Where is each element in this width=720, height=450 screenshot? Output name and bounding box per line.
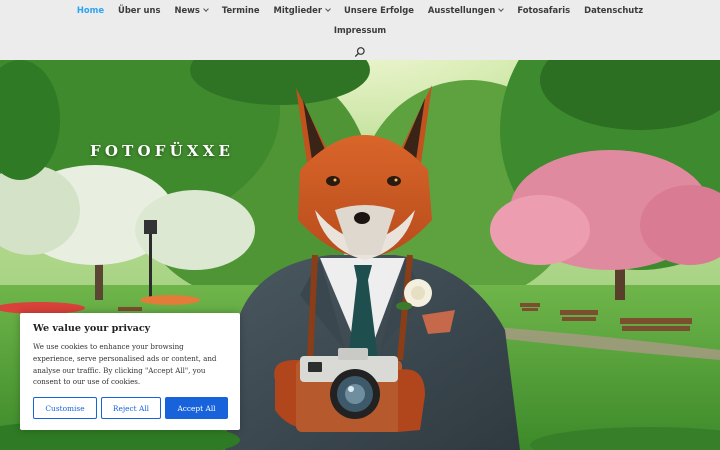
nav-item-label: Mitglieder (273, 5, 322, 15)
nav-item-unsere-erfolge[interactable]: Unsere Erfolge (344, 5, 414, 15)
chevron-down-icon (498, 5, 505, 12)
chevron-down-icon (203, 5, 209, 12)
nav-item-label: Impressum (333, 25, 387, 35)
main-nav-row-2: Impressum (0, 20, 720, 40)
nav-item-ueber-uns[interactable]: Über uns (118, 5, 160, 15)
nav-item-label: Fotosafaris (517, 5, 571, 15)
cookie-dialog-title: We value your privacy (33, 323, 151, 334)
nav-item-impressum[interactable]: Impressum (334, 25, 386, 35)
site-logo-text[interactable]: FOTOFÜXXE (90, 142, 234, 160)
nav-item-label: Datenschutz (584, 5, 644, 15)
nav-item-ausstellungen[interactable]: Ausstellungen (427, 5, 505, 15)
nav-item-label: Unsere Erfolge (343, 5, 414, 15)
nav-item-home[interactable]: Home (77, 5, 104, 15)
cookie-button-group: Customise Reject All Accept All (33, 397, 228, 419)
reject-all-button[interactable]: Reject All (101, 397, 161, 419)
search-row (0, 44, 720, 60)
customise-button[interactable]: Customise (33, 397, 97, 419)
site-header: Home Über uns News Termine Mitglieder Un… (0, 0, 720, 60)
nav-item-label: Ausstellungen (427, 5, 496, 15)
nav-item-datenschutz[interactable]: Datenschutz (584, 5, 643, 15)
nav-item-fotosafaris[interactable]: Fotosafaris (517, 5, 570, 15)
cookie-dialog-text: We use cookies to enhance your browsing … (33, 342, 217, 387)
main-nav: Home Über uns News Termine Mitglieder Un… (0, 0, 720, 20)
search-icon[interactable] (354, 46, 366, 58)
nav-item-termine[interactable]: Termine (222, 5, 260, 15)
cookie-consent-dialog: We value your privacy We use cookies to … (20, 313, 240, 430)
accept-all-button[interactable]: Accept All (165, 397, 228, 419)
nav-item-label: Home (76, 5, 105, 15)
nav-item-label: News (174, 5, 200, 15)
nav-item-news[interactable]: News (174, 5, 209, 15)
chevron-down-icon (325, 5, 331, 12)
nav-item-label: Über uns (118, 5, 161, 15)
nav-item-label: Termine (221, 5, 260, 15)
nav-item-mitglieder[interactable]: Mitglieder (273, 5, 331, 15)
